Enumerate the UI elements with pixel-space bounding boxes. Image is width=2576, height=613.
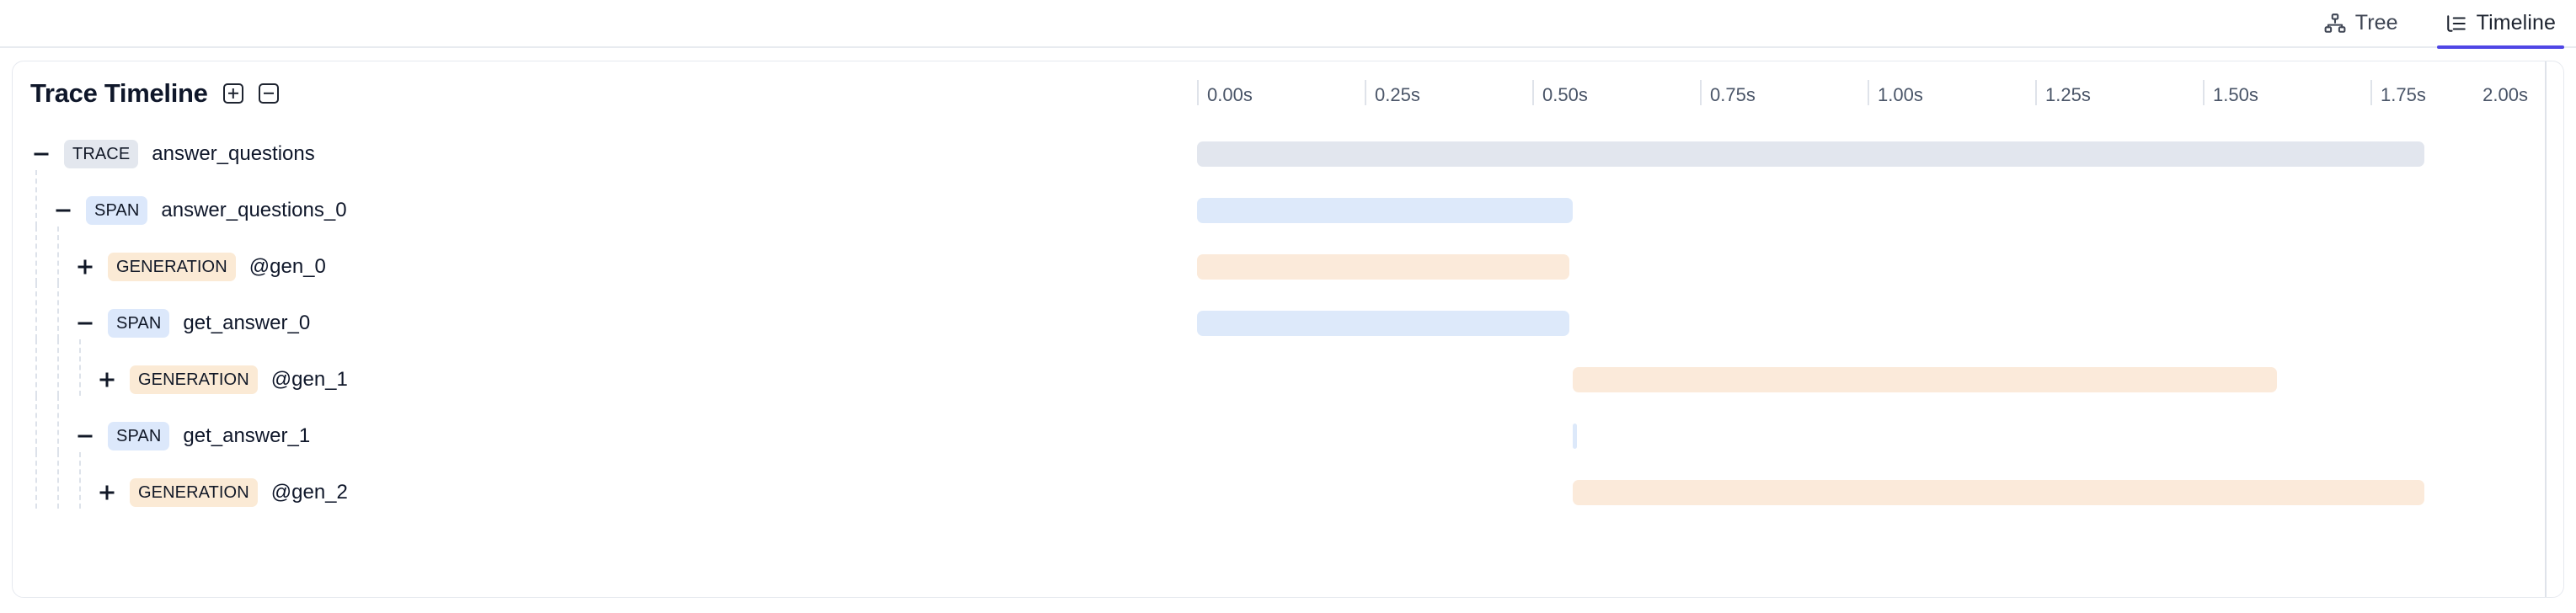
timeline-lane (1185, 182, 2563, 238)
row-name-label: @gen_0 (249, 254, 326, 278)
collapse-row-icon[interactable] (52, 200, 74, 221)
tree-guide-line (57, 452, 59, 509)
collapse-row-icon[interactable] (74, 425, 96, 447)
collapse-row-icon[interactable] (74, 312, 96, 334)
table-row[interactable]: SPAN get_answer_0 (13, 283, 2563, 351)
row-label-cell: GENERATION @gen_1 (13, 339, 1185, 408)
timeline-lane (1185, 351, 2563, 408)
expand-row-icon[interactable] (74, 256, 96, 278)
timeline-lane (1185, 295, 2563, 351)
axis-tick-line (1365, 80, 1366, 105)
trace-timeline-card: Trace Timeline 0.00s 0.25s 0.50s 0.75s 1.00s… (12, 61, 2564, 598)
axis-tick-label: 1.75s (2381, 84, 2426, 105)
tree-guide-line (57, 339, 59, 396)
timeline-bar[interactable] (1572, 423, 1577, 449)
row-name-label: get_answer_1 (183, 424, 311, 447)
status-badge: SPAN (86, 195, 148, 225)
tab-tree-label: Tree (2354, 11, 2398, 35)
timeline-bar[interactable] (1197, 253, 1569, 280)
axis-tick-line (1700, 80, 1702, 105)
tab-tree[interactable]: Tree (2319, 0, 2403, 47)
timeline-bar[interactable] (1197, 310, 1569, 336)
timeline-lane (1185, 125, 2563, 182)
table-row[interactable]: SPAN get_answer_1 (13, 396, 2563, 464)
tree-guide-line (35, 452, 37, 509)
status-badge: GENERATION (108, 252, 236, 281)
table-row[interactable]: SPAN answer_questions_0 (13, 170, 2563, 238)
status-badge: SPAN (108, 308, 170, 338)
axis-tick-label: 0.75s (1710, 84, 1756, 105)
row-name-label: @gen_2 (270, 480, 348, 504)
table-row[interactable]: GENERATION @gen_2 (13, 452, 2563, 520)
axis-tick-line (1197, 80, 1199, 105)
tree-guide-line (35, 396, 37, 452)
axis-tick-label: 1.00s (1878, 84, 1923, 105)
axis-tick-label: 0.25s (1375, 84, 1420, 105)
expand-all-button[interactable] (222, 83, 243, 104)
axis-tick-line (2035, 80, 2037, 105)
row-name-label: answer_questions (152, 141, 315, 165)
row-label-cell: GENERATION @gen_0 (13, 227, 1185, 295)
axis-tick-line (1532, 80, 1534, 105)
tree-guide-line (35, 170, 37, 227)
trace-row-list: TRACE answer_questions SPAN answer_question… (13, 125, 2563, 520)
view-tab-bar: Tree Timeline (0, 0, 2576, 49)
timeline-list-icon (2445, 13, 2467, 35)
axis-tick-label: 0.50s (1542, 84, 1588, 105)
timeline-lane (1185, 464, 2563, 520)
table-row[interactable]: GENERATION @gen_1 (13, 339, 2563, 408)
status-badge: GENERATION (130, 365, 258, 394)
tab-timeline[interactable]: Timeline (2436, 0, 2565, 49)
collapse-all-button[interactable] (258, 83, 279, 104)
status-badge: TRACE (64, 139, 139, 168)
tree-guide-line (35, 339, 37, 396)
timeline-bar[interactable] (1572, 479, 2424, 505)
timeline-bar[interactable] (1197, 141, 2424, 167)
table-row[interactable]: TRACE answer_questions (13, 125, 2563, 182)
tab-timeline-label: Timeline (2476, 11, 2556, 35)
page-title: Trace Timeline (30, 78, 208, 108)
axis-end-gridline (2545, 61, 2547, 597)
axis-tick-label: 0.00s (1207, 84, 1253, 105)
row-label-cell: SPAN get_answer_0 (13, 283, 1185, 351)
timeline-lane (1185, 408, 2563, 464)
timeline-header: Trace Timeline 0.00s 0.25s 0.50s 0.75s 1.00s… (13, 61, 2563, 125)
timeline-title-group: Trace Timeline (13, 61, 1185, 106)
timeline-lane (1185, 238, 2563, 295)
axis-tick-line (2370, 80, 2372, 105)
tree-guide-line (79, 452, 81, 509)
status-badge: SPAN (108, 421, 170, 450)
status-badge: GENERATION (130, 477, 258, 507)
time-axis: 0.00s 0.25s 0.50s 0.75s 1.00s 1.25s 1.50s 1.75s… (1185, 61, 2563, 125)
axis-tick-line (1868, 80, 1869, 105)
row-label-cell: GENERATION @gen_2 (13, 452, 1185, 520)
tree-guide-line (35, 227, 37, 283)
tree-guide-line (57, 227, 59, 283)
timeline-bar[interactable] (1572, 366, 2277, 392)
row-label-cell: SPAN answer_questions_0 (13, 170, 1185, 238)
axis-tick-label: 1.50s (2213, 84, 2258, 105)
collapse-row-icon[interactable] (30, 143, 52, 165)
expand-row-icon[interactable] (96, 369, 118, 391)
tree-guide-line (79, 339, 81, 396)
tree-guide-line (57, 283, 59, 339)
tree-guide-line (57, 396, 59, 452)
tree-hierarchy-icon (2324, 13, 2346, 35)
row-label-cell: TRACE answer_questions (13, 125, 1185, 182)
axis-tick-label: 2.00s (2482, 84, 2528, 105)
axis-tick-line (2203, 80, 2205, 105)
table-row[interactable]: GENERATION @gen_0 (13, 227, 2563, 295)
row-label-cell: SPAN get_answer_1 (13, 396, 1185, 464)
tree-guide-line (35, 283, 37, 339)
row-name-label: @gen_1 (270, 367, 348, 391)
timeline-bar[interactable] (1197, 197, 1573, 223)
row-name-label: get_answer_0 (183, 311, 311, 334)
row-name-label: answer_questions_0 (161, 198, 347, 221)
axis-tick-label: 1.25s (2045, 84, 2091, 105)
expand-row-icon[interactable] (96, 482, 118, 504)
